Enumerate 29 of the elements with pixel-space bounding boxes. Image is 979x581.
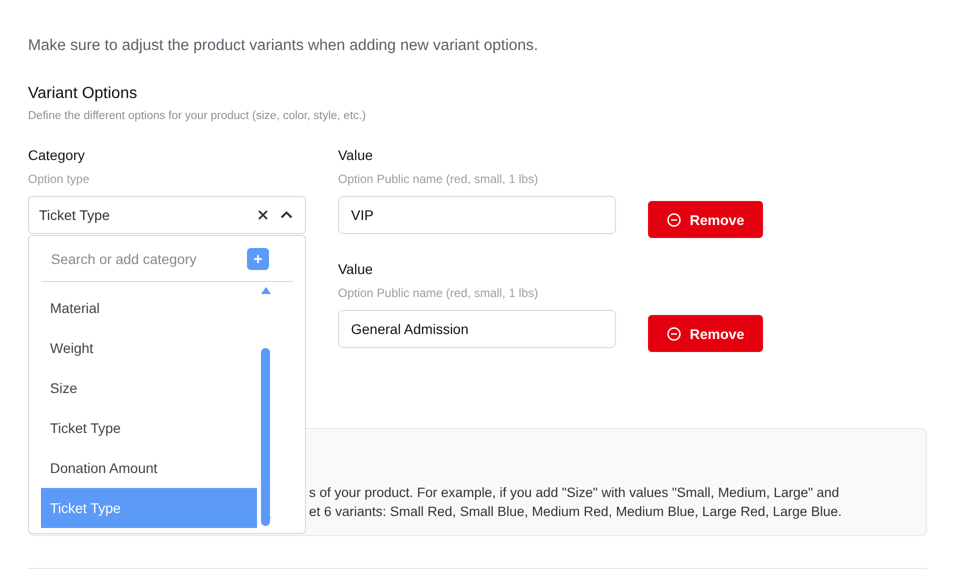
- dropdown-item[interactable]: Donation Amount: [41, 448, 257, 488]
- info-text: et 6 variants: Small Red, Small Blue, Medium Red, Medium Blue, Large Red, Large Blue.: [309, 503, 843, 521]
- add-button[interactable]: [247, 248, 269, 270]
- field-label: Value: [338, 260, 374, 278]
- dropdown-item[interactable]: Size: [41, 368, 257, 408]
- scroll-up-icon[interactable]: [261, 287, 271, 294]
- clear-icon[interactable]: [258, 210, 268, 220]
- section-title: Variant Options: [28, 84, 138, 104]
- notice-text: Make sure to adjust the product variants when adding new variant options.: [28, 36, 540, 56]
- category-select[interactable]: Ticket Type: [28, 196, 306, 234]
- dropdown-item[interactable]: Weight: [41, 328, 257, 368]
- remove-button[interactable]: Remove: [648, 201, 763, 238]
- dropdown-item[interactable]: Material: [41, 288, 257, 328]
- field-label: Value: [338, 146, 374, 164]
- remove-button[interactable]: Remove: [648, 315, 763, 352]
- field-hint: Option Public name (red, small, 1 lbs): [338, 285, 540, 301]
- chevron-up-icon[interactable]: [280, 211, 293, 219]
- field-hint: Option Public name (red, small, 1 lbs): [338, 171, 540, 187]
- dropdown-item[interactable]: Ticket Type: [41, 408, 257, 448]
- info-text: s of your product. For example, if you add "Size" with values "Small, Medium, Large" and: [309, 484, 840, 502]
- value-field[interactable]: VIP: [338, 196, 616, 234]
- field-label: Category: [28, 146, 86, 164]
- section-subtitle: Define the different options for your product (size, color, style, etc.): [28, 109, 367, 124]
- plus-icon: [253, 254, 263, 264]
- value-field[interactable]: General Admission: [338, 310, 616, 348]
- field-hint: Option type: [28, 171, 90, 187]
- scrollbar-thumb[interactable]: [261, 348, 270, 526]
- minus-circle-icon: [666, 212, 681, 226]
- minus-circle-icon: [666, 326, 681, 340]
